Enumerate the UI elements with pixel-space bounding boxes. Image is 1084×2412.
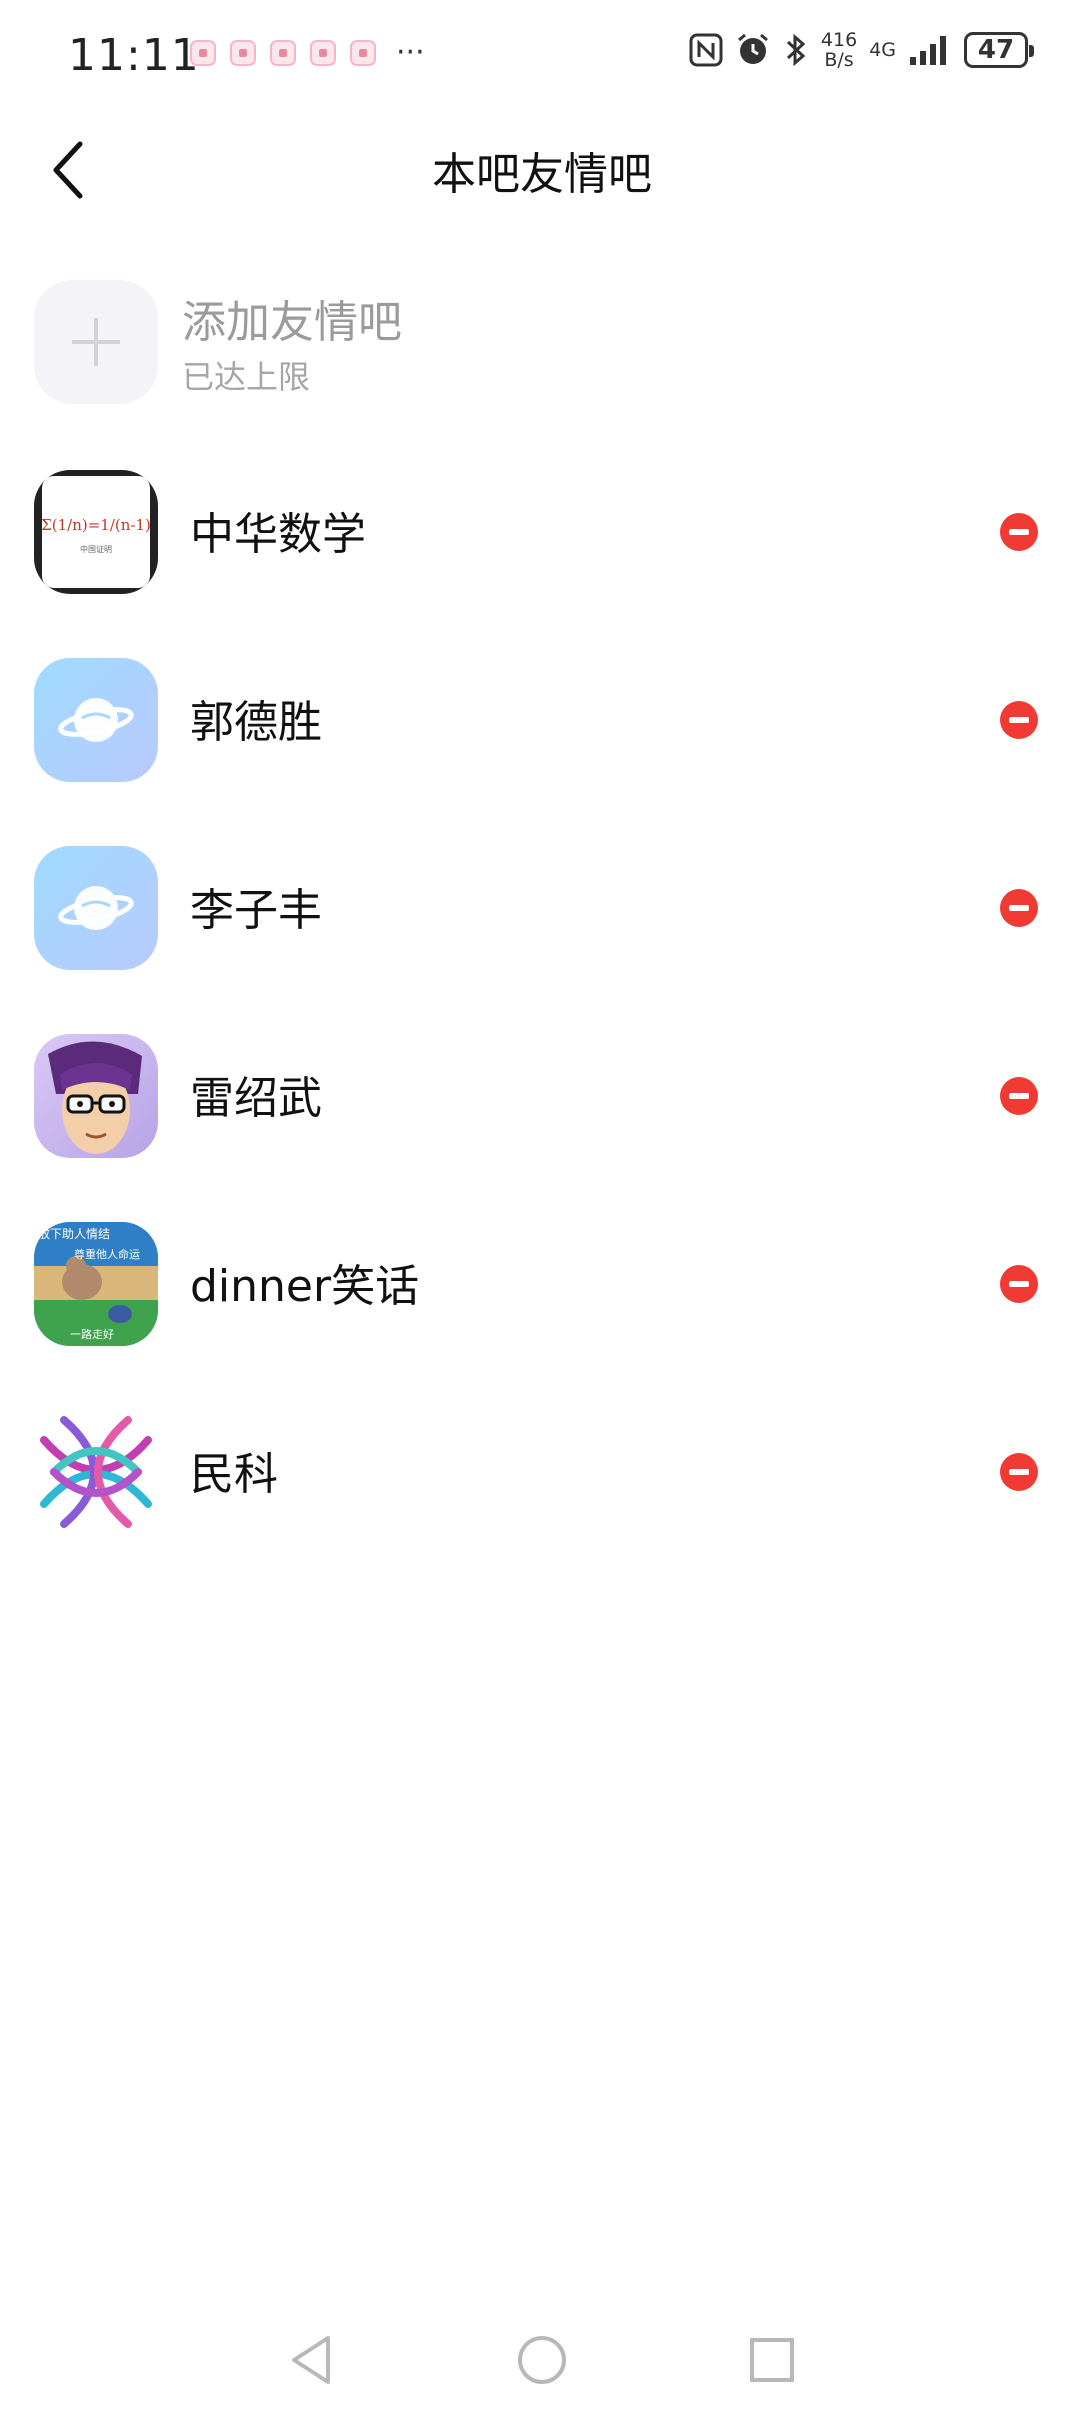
math-formula-text: Σ(1/n)=1/(n-1): [41, 516, 151, 534]
nfc-icon: [689, 33, 723, 67]
system-navigation-bar: [0, 2310, 1084, 2410]
notification-icon: [190, 40, 216, 66]
add-tile[interactable]: [34, 280, 158, 404]
system-icons: 416 B/s 4G 47: [689, 29, 1034, 71]
notification-icon: [350, 40, 376, 66]
dog-caption-mid: 尊重他人命运: [74, 1247, 140, 1261]
dog-caption-bottom: 一路走好: [70, 1327, 114, 1341]
notification-icon: [270, 40, 296, 66]
list-item[interactable]: 民科: [0, 1398, 1084, 1586]
battery-icon: 47: [964, 32, 1034, 68]
math-caption-text: 中国证明: [80, 544, 112, 554]
list-item[interactable]: 郭德胜: [0, 646, 1084, 834]
friend-name: 郭德胜: [190, 697, 322, 748]
notification-icons: ···: [190, 35, 425, 70]
network-speed: 416 B/s: [820, 29, 858, 71]
math-formula-avatar: Σ(1/n)=1/(n-1) 中国证明: [34, 470, 158, 594]
plus-icon: [72, 318, 120, 366]
add-friend-bar-row[interactable]: 添加友情吧 已达上限: [34, 280, 1050, 406]
dog-caption-top: 放下助人情结: [38, 1226, 110, 1241]
nav-back-button[interactable]: [282, 2330, 342, 2390]
status-bar: 11:11 ··· 416 B/s 4G 47: [0, 0, 1084, 110]
limit-reached-label: 已达上限: [182, 358, 311, 396]
planet-default-avatar: [34, 658, 158, 782]
list-item[interactable]: Σ(1/n)=1/(n-1) 中国证明 中华数学: [0, 458, 1084, 646]
friend-bar-list: Σ(1/n)=1/(n-1) 中国证明 中华数学 郭德胜 李子丰 雷绍武 放下助…: [0, 458, 1084, 1586]
friend-name: dinner笑话: [190, 1261, 420, 1312]
remove-button[interactable]: [1000, 1077, 1038, 1115]
colorful-knot-avatar: [34, 1410, 158, 1534]
nav-home-button[interactable]: [512, 2330, 572, 2390]
bluetooth-icon: [786, 33, 806, 67]
notification-icon: [230, 40, 256, 66]
cartoon-glasses-man-avatar: [34, 1034, 158, 1158]
nav-recents-button[interactable]: [742, 2330, 802, 2390]
remove-button[interactable]: [1000, 513, 1038, 551]
list-item[interactable]: 放下助人情结 尊重他人命运 一路走好 dinner笑话: [0, 1210, 1084, 1398]
planet-default-avatar: [34, 846, 158, 970]
friend-name: 李子丰: [190, 885, 322, 936]
list-item[interactable]: 李子丰: [0, 834, 1084, 1022]
page-title: 本吧友情吧: [432, 149, 652, 200]
circle-home-icon: [518, 2336, 566, 2384]
more-notifications-icon: ···: [396, 35, 425, 70]
signal-icon: [910, 36, 946, 65]
add-friend-bar-label: 添加友情吧: [182, 297, 402, 348]
header: 本吧友情吧: [0, 110, 1084, 230]
planet-icon: [58, 886, 134, 930]
remove-button[interactable]: [1000, 1453, 1038, 1491]
planet-icon: [58, 698, 134, 742]
alarm-icon: [737, 33, 768, 64]
remove-button[interactable]: [1000, 1265, 1038, 1303]
notification-icon: [310, 40, 336, 66]
friend-name: 雷绍武: [190, 1073, 322, 1124]
list-item[interactable]: 雷绍武: [0, 1022, 1084, 1210]
network-type: 4G: [869, 39, 896, 61]
cartoon-dog-avatar: 放下助人情结 尊重他人命运 一路走好: [34, 1222, 158, 1346]
triangle-back-icon: [292, 2336, 330, 2384]
friend-name: 中华数学: [190, 509, 366, 560]
square-recents-icon: [750, 2338, 794, 2382]
remove-button[interactable]: [1000, 701, 1038, 739]
remove-button[interactable]: [1000, 889, 1038, 927]
friend-name: 民科: [190, 1449, 278, 1500]
clock: 11:11: [68, 30, 200, 81]
